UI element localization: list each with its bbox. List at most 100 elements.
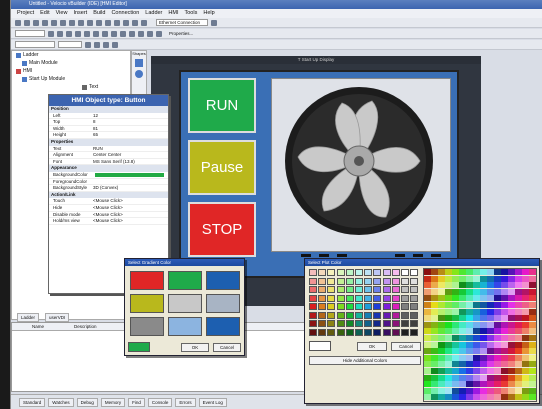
extended-color-cell[interactable] [466, 321, 473, 328]
property-value[interactable]: RUN [91, 146, 168, 152]
zoom-out-icon[interactable] [94, 41, 100, 48]
basic-color-cell[interactable] [355, 328, 363, 336]
extended-color-cell[interactable] [494, 269, 501, 275]
extended-color-cell[interactable] [515, 341, 522, 348]
extended-color-cell[interactable] [445, 282, 452, 289]
tab-memory[interactable]: Memory [100, 397, 126, 407]
extended-color-cell[interactable] [508, 321, 515, 328]
basic-color-cell[interactable] [318, 269, 327, 276]
extended-color-cell[interactable] [459, 282, 466, 289]
basic-color-cell[interactable] [410, 320, 419, 327]
basic-color-cell[interactable] [391, 277, 400, 285]
gradient-swatch[interactable] [168, 317, 202, 336]
extended-color-cell[interactable] [438, 275, 445, 282]
extended-color-cell[interactable] [487, 394, 494, 401]
basic-color-cell[interactable] [355, 294, 363, 302]
basic-color-cell[interactable] [336, 303, 345, 310]
extended-color-cell[interactable] [438, 387, 445, 394]
extended-color-cell[interactable] [431, 315, 438, 322]
extended-color-cell[interactable] [515, 315, 522, 322]
basic-color-cell[interactable] [327, 269, 336, 276]
basic-color-cell[interactable] [327, 286, 336, 293]
open-folder-icon[interactable] [24, 19, 30, 26]
property-row[interactable]: Touch <Mouse Click> [49, 198, 168, 205]
extended-color-cell[interactable] [445, 321, 452, 328]
basic-color-cell[interactable] [364, 294, 373, 302]
menu-ladder[interactable]: Ladder [145, 10, 162, 17]
run-icon[interactable] [105, 19, 111, 26]
extended-color-cell[interactable] [487, 275, 494, 282]
extended-color-cell[interactable] [487, 348, 494, 355]
extended-color-cell[interactable] [424, 348, 431, 355]
extended-color-cell[interactable] [501, 295, 508, 302]
menu-project[interactable]: Project [17, 10, 34, 17]
extended-color-cell[interactable] [438, 288, 445, 295]
tab-watches[interactable]: Watches [48, 397, 74, 407]
extended-color-cell[interactable] [438, 269, 445, 275]
grid-icon[interactable] [156, 30, 162, 37]
basic-color-cell[interactable] [364, 328, 373, 336]
extended-color-cell[interactable] [487, 387, 494, 394]
basic-color-cell[interactable] [373, 277, 382, 285]
extended-color-cell[interactable] [522, 374, 529, 381]
col-description[interactable]: Description [74, 324, 97, 329]
basic-color-cell[interactable] [336, 269, 345, 276]
extended-color-cell[interactable] [522, 275, 529, 282]
basic-color-cell[interactable] [410, 328, 419, 336]
extended-color-cell[interactable] [473, 282, 480, 289]
gradient-swatch[interactable] [130, 294, 164, 313]
extended-color-cell[interactable] [473, 394, 480, 401]
extended-color-cell[interactable] [529, 368, 536, 374]
gradient-ok-button[interactable]: OK [181, 343, 209, 352]
extended-color-cell[interactable] [431, 341, 438, 348]
tab-find[interactable]: Find [128, 397, 145, 407]
extended-color-cell[interactable] [529, 282, 536, 289]
extended-color-cell[interactable] [515, 335, 522, 341]
extended-color-cell[interactable] [431, 387, 438, 394]
menu-edit[interactable]: Edit [40, 10, 49, 17]
extended-color-cell[interactable] [438, 341, 445, 348]
extended-color-cell[interactable] [480, 394, 487, 401]
extended-color-cell[interactable] [466, 348, 473, 355]
extended-color-cell[interactable] [473, 328, 480, 335]
extended-color-cell[interactable] [494, 328, 501, 335]
extended-color-cell[interactable] [438, 328, 445, 335]
extended-color-cell[interactable] [494, 354, 501, 361]
extended-color-cell[interactable] [424, 321, 431, 328]
extended-color-cell[interactable] [431, 321, 438, 328]
basic-color-cell[interactable] [373, 311, 382, 319]
extended-color-cell[interactable] [487, 368, 494, 374]
extended-color-cell[interactable] [452, 341, 459, 348]
extended-color-cell[interactable] [438, 282, 445, 289]
extended-color-cell[interactable] [480, 335, 487, 341]
basic-color-cell[interactable] [309, 286, 317, 293]
extended-color-cell[interactable] [445, 368, 452, 374]
extended-color-cell[interactable] [480, 341, 487, 348]
basic-color-cell[interactable] [309, 311, 317, 319]
extended-color-cell[interactable] [529, 288, 536, 295]
extended-color-cell[interactable] [522, 315, 529, 322]
gradient-swatch[interactable] [130, 271, 164, 290]
extended-color-cell[interactable] [480, 295, 487, 302]
extended-color-cell[interactable] [522, 282, 529, 289]
extended-color-cell[interactable] [424, 394, 431, 401]
basic-color-cell[interactable] [373, 320, 382, 327]
extended-color-cell[interactable] [438, 394, 445, 401]
extended-color-cell[interactable] [431, 394, 438, 401]
extended-color-cell[interactable] [529, 341, 536, 348]
basic-color-cell[interactable] [345, 286, 354, 293]
extended-color-cell[interactable] [522, 321, 529, 328]
font-combo[interactable] [15, 30, 45, 37]
extended-color-cell[interactable] [487, 381, 494, 388]
basic-color-cell[interactable] [336, 328, 345, 336]
extended-color-cell[interactable] [459, 315, 466, 322]
extended-color-cell[interactable] [501, 282, 508, 289]
extended-color-cell[interactable] [480, 288, 487, 295]
property-value[interactable]: <Mouse Click> [91, 218, 168, 224]
tree-item-ladder[interactable]: Ladder [12, 51, 130, 59]
extended-color-cell[interactable] [494, 381, 501, 388]
extended-color-cell[interactable] [515, 368, 522, 374]
connection-combo[interactable]: Ethernet Connection [156, 19, 208, 26]
basic-color-cell[interactable] [391, 303, 400, 310]
basic-color-cell[interactable] [309, 328, 317, 336]
